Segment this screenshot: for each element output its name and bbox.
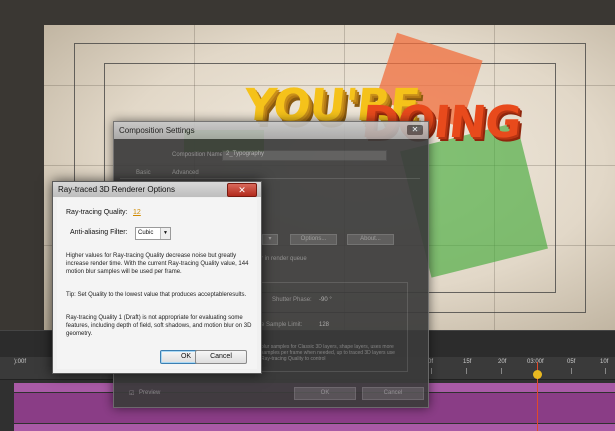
- sample-limit-label: e Sample Limit:: [261, 322, 303, 328]
- preview-checkbox-icon[interactable]: ☑: [129, 390, 134, 397]
- composition-settings-titlebar: Composition Settings: [114, 122, 428, 139]
- dialog-body: Ray-tracing Quality: 12 Anti-aliasing Fi…: [57, 198, 257, 369]
- raytraced-options-dialog: Ray-traced 3D Renderer Options ✕ Ray-tra…: [52, 181, 262, 374]
- antialiasing-filter-value: Cubic: [138, 230, 154, 236]
- motion-blur-info-text: blur samples for Classic 3D layers, shap…: [261, 344, 395, 362]
- cancel-button[interactable]: Cancel: [195, 350, 247, 364]
- preview-label: Preview: [139, 390, 161, 396]
- antialiasing-filter-select[interactable]: Cubic ▼: [135, 227, 171, 240]
- info-paragraph-3: Ray-tracing Quality 1 (Draft) is not app…: [66, 315, 252, 337]
- ruler-label: 03:00f: [527, 359, 544, 365]
- ruler-label: 15f: [463, 359, 472, 365]
- options-button[interactable]: Options...: [290, 234, 337, 245]
- ruler-label: 10f: [600, 359, 609, 365]
- ruler-tick: [605, 368, 606, 374]
- ruler-tick: [501, 368, 502, 374]
- composition-name-label: Composition Name:: [172, 152, 225, 158]
- close-icon[interactable]: ✕: [227, 183, 257, 197]
- ruler-label: ):00f: [14, 359, 27, 365]
- tab-divider: [120, 178, 420, 179]
- comp-ok-button[interactable]: OK: [294, 387, 356, 400]
- ruler-tick: [571, 368, 572, 374]
- info-paragraph-1: Higher values for Ray-tracing Quality de…: [66, 253, 249, 275]
- shutter-phase-label: Shutter Phase:: [272, 297, 312, 303]
- dialog-title: Ray-traced 3D Renderer Options: [58, 185, 175, 194]
- ruler-label: 20f: [498, 359, 507, 365]
- tab-basic[interactable]: Basic: [136, 170, 151, 176]
- shutter-phase-value[interactable]: -90 °: [319, 297, 332, 303]
- quality-value[interactable]: 12: [133, 209, 141, 216]
- ruler-tick: [466, 368, 467, 374]
- sample-limit-value[interactable]: 128: [319, 322, 329, 328]
- composition-name-field[interactable]: 2_Typography: [222, 150, 387, 161]
- ruler-label: 05f: [567, 359, 576, 365]
- close-icon[interactable]: ✕: [407, 125, 423, 135]
- renderer-dropdown-arrow[interactable]: ▾: [262, 234, 278, 245]
- about-button[interactable]: About...: [347, 234, 394, 245]
- dialog-title: Composition Settings: [119, 126, 195, 135]
- tab-advanced[interactable]: Advanced: [172, 170, 199, 176]
- antialiasing-filter-label: Anti-aliasing Filter:: [70, 229, 128, 236]
- info-paragraph-2: Tip: Set Quality to the lowest value tha…: [66, 292, 247, 298]
- layer-duration-bar[interactable]: [14, 424, 615, 431]
- quality-label: Ray-tracing Quality:: [66, 209, 128, 216]
- chevron-down-icon: ▼: [160, 228, 170, 239]
- render-queue-text: r in render queue: [261, 256, 307, 262]
- ruler-tick: [431, 368, 432, 374]
- current-time-indicator[interactable]: [533, 370, 542, 379]
- comp-cancel-button[interactable]: Cancel: [362, 387, 424, 400]
